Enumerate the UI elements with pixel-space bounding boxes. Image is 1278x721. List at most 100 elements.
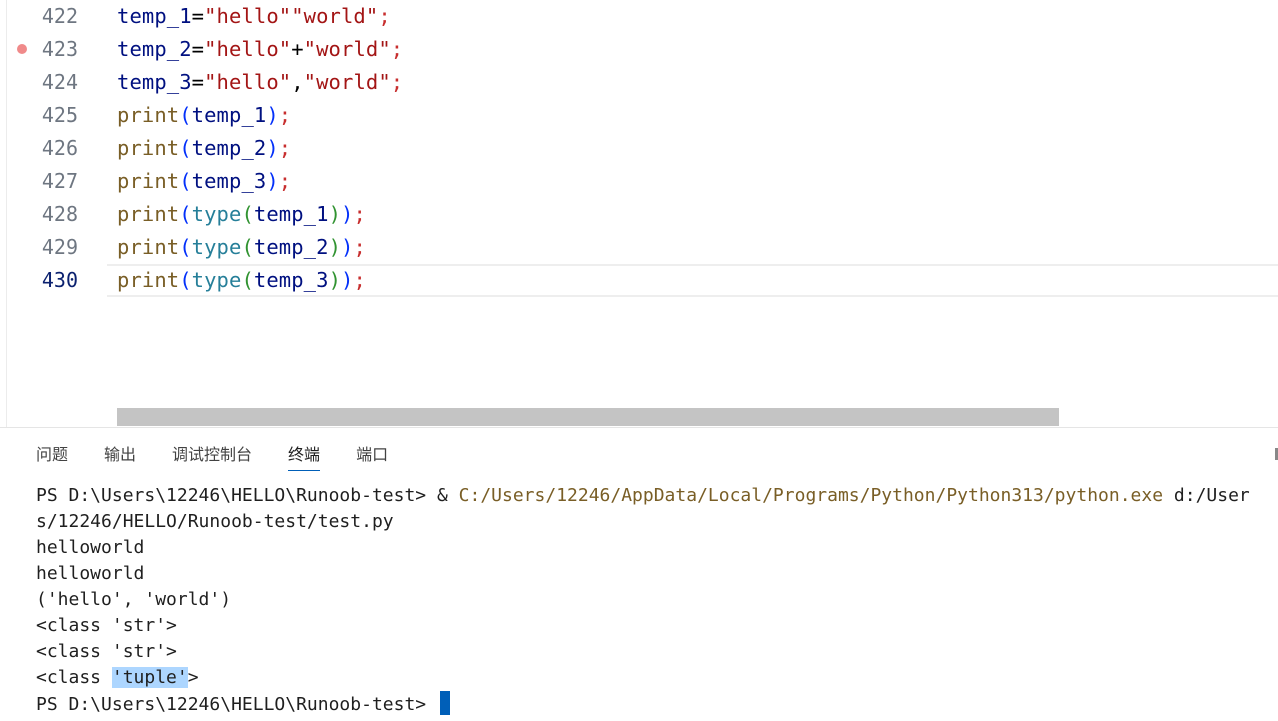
- terminal-exe-path: C:/Users/12246/AppData/Local/Programs/Py…: [458, 485, 1164, 506]
- code-token: ;: [278, 169, 292, 193]
- code-token: ,: [291, 70, 304, 94]
- line-number: 424: [41, 70, 78, 94]
- terminal-selection: 'tuple': [111, 667, 188, 688]
- code-editor[interactable]: 422 temp_1="hello""world"; 423 temp_2="hell…: [0, 0, 1278, 427]
- code-token: ;: [390, 37, 404, 61]
- code-token: print: [117, 136, 180, 160]
- code-token: "hello": [204, 70, 292, 94]
- terminal-cursor: [439, 691, 450, 715]
- code-token: temp_3: [191, 169, 267, 193]
- code-token: print: [117, 235, 180, 259]
- terminal-arg-cont: s/12246/HELLO/Runoob-test/test.py: [36, 511, 394, 532]
- line-number: 423: [41, 37, 78, 61]
- code-token: print: [117, 202, 180, 226]
- terminal-output-line: <class 'str'>: [36, 641, 177, 662]
- code-token: ): [266, 136, 279, 160]
- code-token: print: [117, 169, 180, 193]
- code-token: =: [191, 70, 205, 94]
- panel-tab[interactable]: 端口: [356, 442, 388, 470]
- terminal-output-line-end: >: [187, 667, 199, 688]
- code-token: (: [179, 235, 192, 259]
- terminal-output-line: <class 'str'>: [36, 615, 177, 636]
- code-token: =: [191, 4, 205, 28]
- code-token: ): [341, 268, 354, 292]
- code-token: ;: [378, 4, 391, 28]
- code-token: temp_1: [191, 103, 267, 127]
- code-token: temp_1: [253, 202, 329, 226]
- line-number: 428: [41, 202, 78, 226]
- panel-tab[interactable]: 调试控制台: [172, 442, 252, 470]
- code-token: ;: [390, 70, 404, 94]
- bottom-panel: 问题 输出 调试控制台 终端 端口 PS D:\Users\12246\HELLO\Ru…: [0, 427, 1278, 721]
- code-token: temp_2: [253, 235, 329, 259]
- code-line[interactable]: print(temp_1);: [117, 99, 291, 132]
- code-token: (: [179, 103, 192, 127]
- line-number: 422: [41, 4, 78, 28]
- code-line[interactable]: temp_1="hello""world";: [117, 0, 391, 33]
- code-token: ): [266, 169, 279, 193]
- code-token: ;: [353, 235, 366, 259]
- code-token: ): [328, 268, 342, 292]
- code-token: "hello": [204, 37, 292, 61]
- code-token: type: [191, 268, 242, 292]
- terminal-output[interactable]: PS D:\Users\12246\HELLO\Runoob-test> & C…: [36, 483, 1250, 718]
- panel-tab[interactable]: 问题: [36, 442, 68, 470]
- code-line[interactable]: print(type(temp_1));: [117, 198, 366, 231]
- code-token: +: [291, 37, 304, 61]
- code-token: ;: [278, 136, 292, 160]
- code-token: temp_3: [117, 70, 192, 94]
- code-token: temp_2: [117, 37, 192, 61]
- terminal-output-line: helloworld: [36, 537, 145, 558]
- code-token: =: [191, 37, 205, 61]
- panel-tab[interactable]: 输出: [104, 442, 136, 470]
- code-line[interactable]: temp_3="hello","world";: [117, 66, 403, 99]
- code-token: "hello""world": [204, 4, 379, 28]
- code-token: "world": [303, 70, 391, 94]
- code-token: temp_2: [191, 136, 267, 160]
- code-token: ): [328, 235, 342, 259]
- code-token: (: [241, 268, 254, 292]
- code-token: ;: [278, 103, 292, 127]
- code-token: ): [341, 235, 354, 259]
- breakpoint-icon[interactable]: [17, 44, 27, 54]
- code-token: (: [241, 202, 254, 226]
- terminal-arg: d:/User: [1163, 485, 1250, 506]
- code-token: ): [266, 103, 279, 127]
- code-token: ;: [353, 202, 366, 226]
- code-token: temp_1: [117, 4, 192, 28]
- code-token: (: [241, 235, 254, 259]
- code-token: (: [179, 136, 192, 160]
- terminal-amp: &: [436, 485, 459, 506]
- terminal-output-line: <class: [36, 667, 112, 688]
- code-token: (: [179, 268, 192, 292]
- terminal-prompt: PS D:\Users\12246\HELLO\Runoob-test>: [36, 694, 437, 715]
- code-line[interactable]: print(type(temp_3));: [117, 264, 366, 297]
- code-line[interactable]: print(temp_3);: [117, 165, 291, 198]
- code-line[interactable]: print(temp_2);: [117, 132, 291, 165]
- code-token: type: [191, 235, 242, 259]
- panel-tab[interactable]: 终端: [288, 442, 321, 471]
- terminal-output-line: ('hello', 'world'): [36, 589, 232, 610]
- horizontal-scrollbar[interactable]: [117, 408, 1059, 426]
- code-token: ): [328, 202, 342, 226]
- code-token: ;: [353, 268, 366, 292]
- code-token: print: [117, 268, 180, 292]
- line-number: 427: [41, 169, 78, 193]
- code-token: print: [117, 103, 180, 127]
- line-number: 425: [41, 103, 78, 127]
- terminal-output-line: helloworld: [36, 563, 145, 584]
- code-line[interactable]: print(type(temp_2));: [117, 231, 366, 264]
- code-token: (: [179, 202, 192, 226]
- code-token: "world": [303, 37, 391, 61]
- line-number: 429: [41, 235, 78, 259]
- line-number: 426: [41, 136, 78, 160]
- code-token: (: [179, 169, 192, 193]
- panel-tabs: 问题 输出 调试控制台 终端 端口: [36, 442, 424, 471]
- code-line[interactable]: temp_2="hello"+"world";: [117, 33, 403, 66]
- gutter-divider: [6, 0, 7, 427]
- code-token: temp_3: [253, 268, 329, 292]
- terminal-prompt: PS D:\Users\12246\HELLO\Runoob-test>: [36, 485, 437, 506]
- code-token: ): [341, 202, 354, 226]
- code-token: type: [191, 202, 242, 226]
- line-number: 430: [41, 268, 78, 292]
